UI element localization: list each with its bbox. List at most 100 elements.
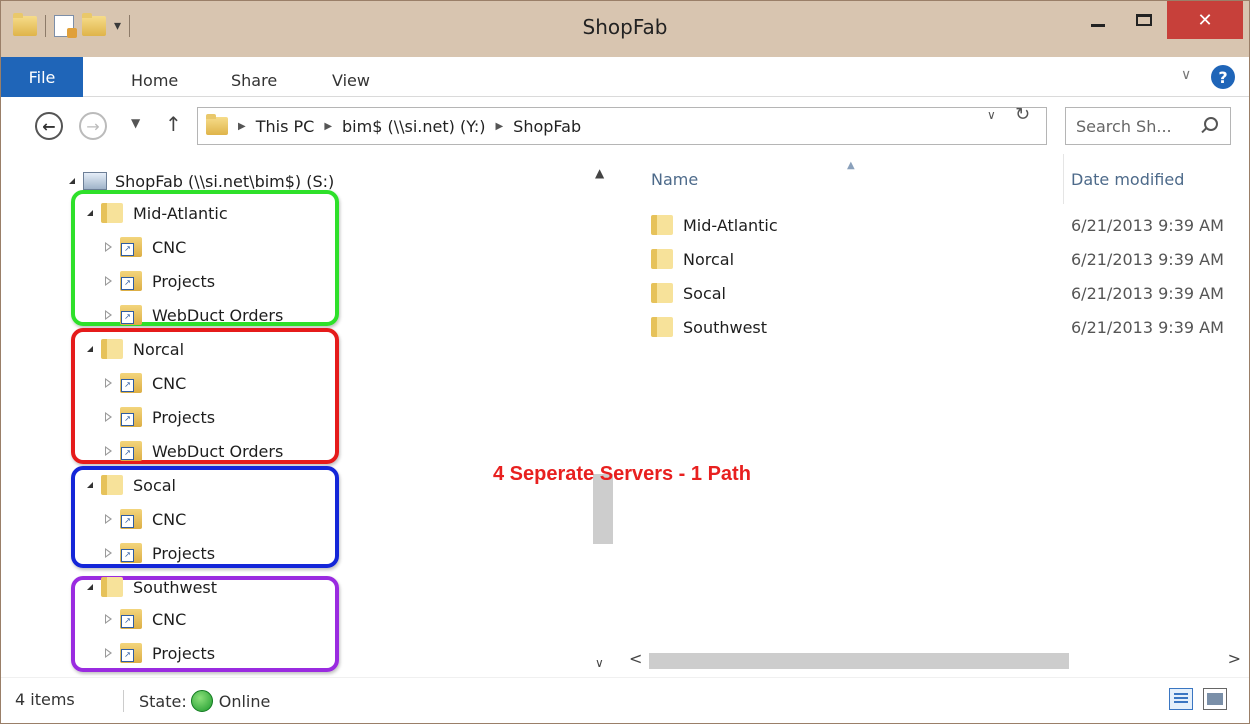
file-name: Mid-Atlantic (683, 215, 778, 235)
tree-item-label: Projects (152, 543, 216, 563)
tree-item-label: Projects (152, 407, 216, 427)
expand-arrow-icon[interactable] (87, 210, 93, 216)
expand-arrow-icon[interactable] (87, 584, 93, 590)
breadcrumb-separator-icon[interactable]: ▶ (324, 121, 332, 132)
file-row[interactable]: Norcal 6/21/2013 9:39 AM (651, 244, 1241, 274)
search-placeholder: Search Sh... (1076, 116, 1172, 136)
tree-item-label: Norcal (133, 339, 185, 359)
collapse-arrow-icon[interactable] (105, 310, 112, 320)
scroll-down-icon[interactable]: ∨ (595, 656, 604, 670)
tab-share[interactable]: Share (231, 63, 277, 97)
tab-file[interactable]: File (1, 57, 83, 97)
tree-item-label: CNC (152, 609, 187, 629)
state-label: State: (139, 691, 187, 711)
explorer-window: ▾ ShopFab ✕ File Home Share View ∨ ? ← →… (0, 0, 1250, 724)
tree-item-label: Mid-Atlantic (133, 203, 228, 223)
tree-item-projects[interactable]: Projects (105, 538, 215, 568)
tree-item-socal[interactable]: Socal (87, 470, 176, 500)
recent-locations-chevron-icon[interactable]: ▼ (131, 116, 140, 130)
file-row[interactable]: Socal 6/21/2013 9:39 AM (651, 278, 1241, 308)
tree-item-label: CNC (152, 237, 187, 257)
shortcut-folder-icon (120, 441, 142, 461)
shortcut-folder-icon (120, 609, 142, 629)
online-icon (190, 690, 213, 712)
folder-icon (101, 475, 123, 495)
scroll-up-icon[interactable]: ▲ (595, 166, 604, 180)
folder-icon (206, 114, 228, 135)
tree-item-webduct-orders[interactable]: WebDuct Orders (105, 436, 283, 466)
forward-button[interactable]: → (79, 112, 107, 140)
address-bar[interactable]: ▶ This PC ▶ bim$ (\\si.net) (Y:) ▶ ShopF… (197, 107, 1047, 145)
tree-item-cnc[interactable]: CNC (105, 368, 186, 398)
folder-icon (101, 339, 123, 359)
collapse-arrow-icon[interactable] (105, 548, 112, 558)
collapse-arrow-icon[interactable] (105, 276, 112, 286)
collapse-arrow-icon[interactable] (105, 242, 112, 252)
tree-item-southwest[interactable]: Southwest (87, 572, 217, 602)
navigation-pane-scrollbar[interactable]: ▲ ∨ (587, 154, 619, 674)
breadcrumb-separator-icon[interactable]: ▶ (495, 121, 503, 132)
search-input[interactable]: Search Sh... (1065, 107, 1231, 145)
file-date: 6/21/2013 9:39 AM (1071, 249, 1224, 269)
item-count: 4 items (15, 690, 75, 709)
network-drive-icon (83, 172, 107, 194)
close-button[interactable]: ✕ (1167, 1, 1243, 39)
window-title: ShopFab (582, 15, 668, 39)
column-divider[interactable] (1063, 154, 1064, 204)
expand-arrow-icon[interactable] (69, 178, 75, 184)
large-icons-view-icon[interactable] (1203, 688, 1227, 710)
column-header-name[interactable]: Name (651, 170, 698, 189)
breadcrumb-separator-icon[interactable]: ▶ (238, 121, 246, 132)
tree-item-cnc[interactable]: CNC (105, 504, 186, 534)
expand-ribbon-icon[interactable]: ∨ (1181, 67, 1191, 83)
file-row[interactable]: Southwest 6/21/2013 9:39 AM (651, 312, 1241, 342)
minimize-button[interactable] (1075, 1, 1121, 39)
expand-arrow-icon[interactable] (87, 482, 93, 488)
collapse-arrow-icon[interactable] (105, 514, 112, 524)
refresh-icon[interactable]: ↻ (1015, 104, 1030, 125)
tree-item-label: Projects (152, 643, 216, 663)
address-dropdown-icon[interactable]: ∨ (987, 108, 996, 122)
tree-item-cnc[interactable]: CNC (105, 604, 186, 634)
file-list-horizontal-scrollbar[interactable]: < > (619, 647, 1249, 675)
expand-arrow-icon[interactable] (87, 346, 93, 352)
tree-item-label: CNC (152, 509, 187, 529)
collapse-arrow-icon[interactable] (105, 446, 112, 456)
help-icon[interactable]: ? (1211, 65, 1235, 89)
back-icon: ← (42, 116, 56, 136)
collapse-arrow-icon[interactable] (105, 648, 112, 658)
tree-item-cnc[interactable]: CNC (105, 232, 186, 262)
tree-item-webduct-orders[interactable]: WebDuct Orders (105, 300, 283, 330)
folder-icon (651, 215, 673, 235)
breadcrumb-drive[interactable]: bim$ (\\si.net) (Y:) (342, 117, 485, 136)
shortcut-folder-icon (120, 643, 142, 663)
tree-item-mid-atlantic[interactable]: Mid-Atlantic (87, 198, 228, 228)
collapse-arrow-icon[interactable] (105, 614, 112, 624)
up-icon[interactable]: ↑ (165, 112, 182, 136)
tree-item-projects[interactable]: Projects (105, 638, 215, 668)
file-list-pane: ▲ Name Date modified Mid-Atlantic 6/21/2… (619, 154, 1249, 674)
back-button[interactable]: ← (35, 112, 63, 140)
tree-item-projects[interactable]: Projects (105, 266, 215, 296)
breadcrumb-shopfab[interactable]: ShopFab (513, 117, 581, 136)
folder-icon (101, 577, 123, 597)
collapse-arrow-icon[interactable] (105, 378, 112, 388)
title-bar: ▾ ShopFab ✕ (1, 1, 1249, 57)
file-date: 6/21/2013 9:39 AM (1071, 283, 1224, 303)
scroll-left-icon[interactable]: < (629, 649, 642, 668)
tree-item-norcal[interactable]: Norcal (87, 334, 184, 364)
tab-home[interactable]: Home (131, 63, 178, 97)
details-view-icon[interactable] (1169, 688, 1193, 710)
folder-icon (651, 249, 673, 269)
maximize-button[interactable] (1121, 1, 1167, 39)
tab-view[interactable]: View (332, 63, 370, 97)
scroll-right-icon[interactable]: > (1228, 649, 1241, 668)
column-header-date-modified[interactable]: Date modified (1071, 170, 1184, 189)
annotation-text: 4 Seperate Servers - 1 Path (493, 463, 751, 485)
file-row[interactable]: Mid-Atlantic 6/21/2013 9:39 AM (651, 210, 1241, 240)
tree-item-projects[interactable]: Projects (105, 402, 215, 432)
breadcrumb-this-pc[interactable]: This PC (256, 117, 315, 136)
collapse-arrow-icon[interactable] (105, 412, 112, 422)
tree-item-label: WebDuct Orders (152, 305, 284, 325)
scroll-thumb[interactable] (649, 653, 1069, 669)
